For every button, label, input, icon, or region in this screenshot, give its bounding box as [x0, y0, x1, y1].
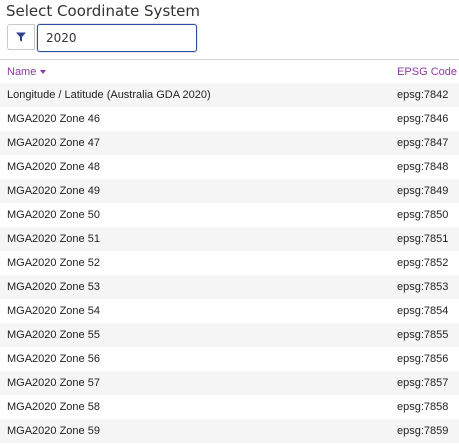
table-row[interactable]: MGA2020 Zone 53 epsg:7853	[0, 275, 459, 299]
cell-name: MGA2020 Zone 52	[7, 257, 100, 269]
cell-epsg-code: epsg:7859	[397, 425, 449, 437]
cell-epsg-code: epsg:7849	[397, 185, 449, 197]
cell-name: MGA2020 Zone 58	[7, 401, 100, 413]
table-header: Name EPSG Code	[0, 59, 459, 83]
table-body: Longitude / Latitude (Australia GDA 2020…	[0, 83, 459, 443]
table-row[interactable]: MGA2020 Zone 54 epsg:7854	[0, 299, 459, 323]
cell-epsg-code: epsg:7846	[397, 113, 449, 125]
table-row[interactable]: MGA2020 Zone 47 epsg:7847	[0, 131, 459, 155]
table-row[interactable]: MGA2020 Zone 49 epsg:7849	[0, 179, 459, 203]
table-row[interactable]: MGA2020 Zone 57 epsg:7857	[0, 371, 459, 395]
cell-name: MGA2020 Zone 47	[7, 137, 100, 149]
table-row[interactable]: MGA2020 Zone 46 epsg:7846	[0, 107, 459, 131]
cell-name: MGA2020 Zone 50	[7, 209, 100, 221]
table-row[interactable]: Longitude / Latitude (Australia GDA 2020…	[0, 83, 459, 107]
filter-icon	[16, 32, 26, 42]
cell-name: MGA2020 Zone 59	[7, 425, 100, 437]
table-row[interactable]: MGA2020 Zone 52 epsg:7852	[0, 251, 459, 275]
cell-epsg-code: epsg:7857	[397, 377, 449, 389]
cell-epsg-code: epsg:7854	[397, 305, 449, 317]
cell-epsg-code: epsg:7853	[397, 281, 449, 293]
cell-name: MGA2020 Zone 56	[7, 353, 100, 365]
cell-name: MGA2020 Zone 48	[7, 161, 100, 173]
coordinate-system-table: Name EPSG Code Longitude / Latitude (Aus…	[0, 59, 459, 443]
filter-button[interactable]	[7, 24, 35, 50]
column-header-name-label: Name	[7, 66, 37, 78]
cell-name: Longitude / Latitude (Australia GDA 2020…	[7, 89, 211, 101]
cell-epsg-code: epsg:7842	[397, 89, 449, 101]
cell-epsg-code: epsg:7855	[397, 329, 449, 341]
cell-epsg-code: epsg:7852	[397, 257, 449, 269]
table-row[interactable]: MGA2020 Zone 48 epsg:7848	[0, 155, 459, 179]
cell-name: MGA2020 Zone 46	[7, 113, 100, 125]
cell-epsg-code: epsg:7850	[397, 209, 449, 221]
table-row[interactable]: MGA2020 Zone 55 epsg:7855	[0, 323, 459, 347]
cell-name: MGA2020 Zone 49	[7, 185, 100, 197]
cell-name: MGA2020 Zone 55	[7, 329, 100, 341]
cell-epsg-code: epsg:7847	[397, 137, 449, 149]
table-row[interactable]: MGA2020 Zone 59 epsg:7859	[0, 419, 459, 443]
cell-name: MGA2020 Zone 54	[7, 305, 100, 317]
table-row[interactable]: MGA2020 Zone 58 epsg:7858	[0, 395, 459, 419]
sort-arrow-down-icon	[40, 70, 47, 74]
table-row[interactable]: MGA2020 Zone 51 epsg:7851	[0, 227, 459, 251]
cell-name: MGA2020 Zone 53	[7, 281, 100, 293]
cell-epsg-code: epsg:7856	[397, 353, 449, 365]
column-header-name[interactable]: Name	[7, 66, 47, 78]
cell-name: MGA2020 Zone 57	[7, 377, 100, 389]
search-input[interactable]	[37, 24, 197, 52]
column-header-epsg-code[interactable]: EPSG Code	[397, 66, 457, 78]
cell-epsg-code: epsg:7858	[397, 401, 449, 413]
dialog-title: Select Coordinate System	[6, 2, 200, 20]
cell-epsg-code: epsg:7848	[397, 161, 449, 173]
cell-epsg-code: epsg:7851	[397, 233, 449, 245]
cell-name: MGA2020 Zone 51	[7, 233, 100, 245]
table-row[interactable]: MGA2020 Zone 56 epsg:7856	[0, 347, 459, 371]
table-row[interactable]: MGA2020 Zone 50 epsg:7850	[0, 203, 459, 227]
